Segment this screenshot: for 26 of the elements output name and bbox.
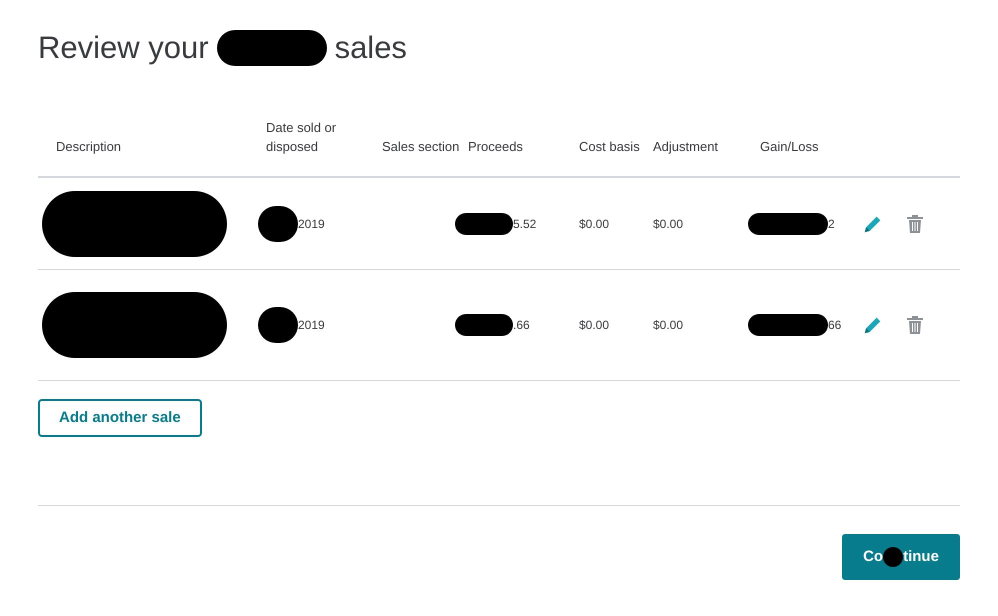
redaction-mark <box>455 212 513 234</box>
column-header: Date sold or disposed <box>266 119 338 156</box>
table-cell-text: 5.52 <box>513 216 536 232</box>
table-cell-text: 66 <box>828 317 842 334</box>
table-cell: $0.00 <box>653 216 684 230</box>
page-title: Review your <box>38 28 209 67</box>
column-header: Sales section <box>382 138 460 156</box>
redaction-mark <box>258 307 298 343</box>
continue-button[interactable]: Co tinue <box>842 534 960 580</box>
table-cell: $0.00 <box>579 318 610 332</box>
redaction-mark <box>455 314 513 336</box>
trash-icon[interactable] <box>906 214 924 234</box>
column-header: Proceeds <box>468 138 524 156</box>
trash-icon[interactable] <box>906 315 924 335</box>
table-cell-text: 2019 <box>298 216 325 232</box>
table-cell-text: 2 <box>828 216 835 232</box>
table-cell: $0.00 <box>579 216 610 230</box>
table-cell: $0.00 <box>653 318 684 332</box>
page-title: sales <box>334 28 407 67</box>
table-cell-text: 2019 <box>298 317 325 334</box>
table-cell-text: .66 <box>513 317 530 334</box>
redaction-mark <box>258 206 298 242</box>
column-header: Description <box>56 138 122 156</box>
add-sale-button[interactable]: Add another sale <box>38 399 202 437</box>
column-header: Gain/Loss <box>760 138 820 156</box>
column-header: Adjustment <box>653 138 720 156</box>
